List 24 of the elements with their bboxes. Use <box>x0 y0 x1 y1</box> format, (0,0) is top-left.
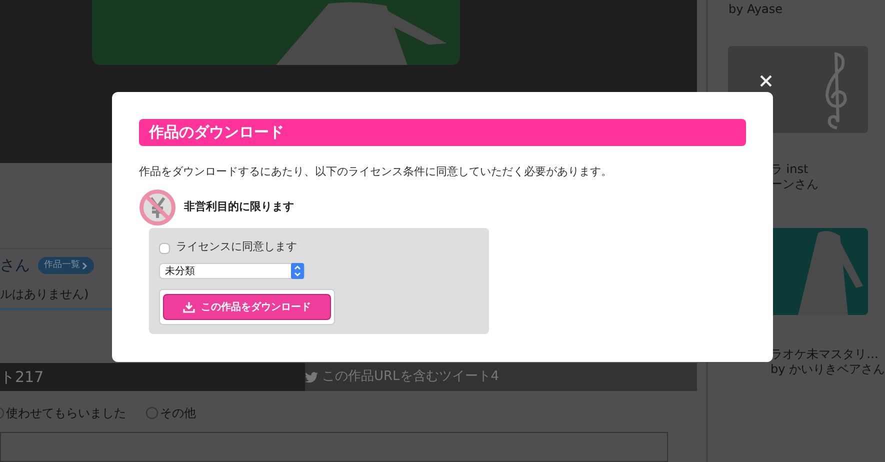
tweet-link[interactable]: この作品URLを含むツイート4 <box>305 363 697 391</box>
work-title: ラ inst <box>769 162 810 177</box>
radio-option[interactable]: 使わせてもらいました <box>0 404 126 422</box>
bird-icon <box>305 372 318 382</box>
license-condition: 非営利目的に限ります <box>184 198 294 215</box>
category-select[interactable]: 未分類 <box>159 263 305 279</box>
download-button[interactable]: この作品をダウンロード <box>163 294 331 320</box>
works-list-link[interactable]: 作品一覧 <box>38 256 94 274</box>
close-icon <box>760 75 772 87</box>
download-icon <box>183 301 195 313</box>
dialog-description: 作品をダウンロードするにあたり、以下のライセンス条件に同意していただく必要があります。 <box>139 164 613 180</box>
dialog-title: 作品のダウンロード <box>139 119 746 146</box>
author-name: さん <box>0 255 30 276</box>
agree-checkbox[interactable]: ライセンスに同意します <box>159 238 479 255</box>
note-text: ルはありません) <box>0 286 90 303</box>
no-yen-icon <box>139 188 176 226</box>
close-button[interactable] <box>758 73 774 89</box>
count-text: ト217 <box>0 366 45 388</box>
author-caption: by Ayase <box>728 1 782 18</box>
work-author: by かいりきベアさん <box>769 362 885 377</box>
stepper-icon <box>291 263 304 279</box>
radio-option[interactable]: その他 <box>146 404 196 422</box>
chevron-right-icon <box>82 262 88 270</box>
work-title: ラオケ未マスタリ… <box>769 347 880 362</box>
